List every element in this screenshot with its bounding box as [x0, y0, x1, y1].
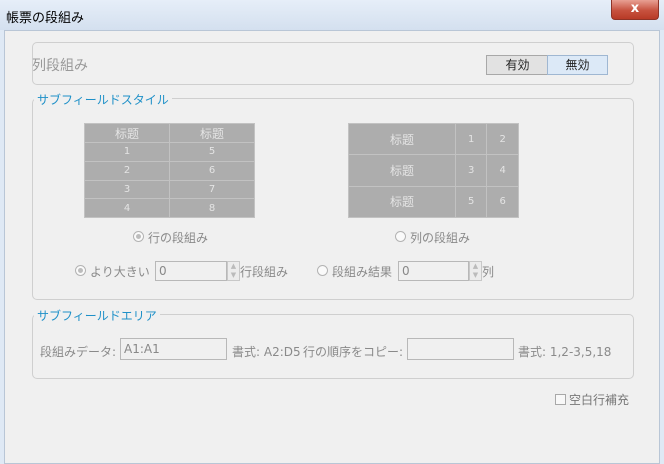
table-cell: 标题	[348, 154, 456, 187]
subfield-area-legend: サブフィールドエリア	[34, 307, 160, 324]
table-cell: 1	[84, 142, 170, 162]
copy-order-input[interactable]	[407, 338, 514, 360]
subfield-style-panel: サブフィールドスタイル 标题 标题 15 26 37 48 标题 1 2 标题 3 4 …	[32, 91, 634, 300]
close-button[interactable]: x	[611, 0, 659, 20]
table-cell: 4	[486, 154, 519, 187]
column-layout-label: 列段組み	[32, 58, 88, 74]
table-cell: 3	[454, 154, 488, 187]
subfield-style-legend: サブフィールドスタイル	[34, 91, 172, 108]
table-cell: 8	[169, 198, 255, 218]
result-stepper[interactable]: ▲ ▼	[469, 261, 482, 281]
table-header-cell: 标题	[169, 123, 255, 143]
result-radio[interactable]	[317, 265, 328, 276]
table-cell: 5	[454, 185, 488, 219]
column-layout-panel: 列段組み 有効 無効	[32, 42, 634, 85]
greater-than-radio[interactable]	[75, 265, 86, 276]
row-layout-label: 行の段組み	[148, 231, 209, 245]
table-cell: 6	[169, 160, 255, 181]
row-unit-label: 行段組み	[240, 265, 289, 279]
fill-blank-rows-label: 空白行補充	[569, 393, 630, 407]
table-cell: 6	[486, 185, 519, 219]
disable-button[interactable]: 無効	[547, 55, 608, 75]
table-cell: 标题	[348, 185, 456, 219]
greater-than-stepper[interactable]: ▲ ▼	[227, 261, 240, 281]
table-cell: 2	[486, 122, 519, 156]
spin-up-icon[interactable]: ▲	[228, 262, 239, 271]
spin-up-icon[interactable]: ▲	[470, 262, 481, 271]
data-label: 段組みデータ:	[40, 345, 117, 359]
greater-than-label: より大きい	[90, 265, 150, 279]
row-layout-radio[interactable]	[133, 231, 144, 242]
data-format-hint: 書式: A2:D5	[232, 345, 301, 359]
copy-order-label: 行の順序をコピー:	[303, 345, 404, 359]
fill-blank-rows-checkbox[interactable]	[555, 394, 566, 405]
table-cell: 4	[84, 198, 170, 218]
greater-than-input[interactable]: 0	[155, 261, 227, 281]
copy-format-hint: 書式: 1,2-3,5,18	[518, 345, 612, 359]
col-layout-preview-table: 标题 1 2 标题 3 4 标题 5 6	[348, 122, 519, 219]
row-layout-preview-table: 标题 标题 15 26 37 48	[84, 123, 255, 218]
enable-button[interactable]: 有効	[486, 55, 549, 75]
table-cell: 3	[84, 179, 170, 200]
table-cell: 1	[454, 122, 488, 156]
table-cell: 标题	[348, 122, 456, 156]
spin-down-icon[interactable]: ▼	[228, 271, 239, 280]
subfield-area-panel: サブフィールドエリア 段組みデータ: A1:A1 書式: A2:D5 行の順序を…	[32, 307, 634, 379]
spin-down-icon[interactable]: ▼	[470, 271, 481, 280]
dialog-body: 列段組み 有効 無効 サブフィールドスタイル 标题 标题 15 26 37 48…	[4, 30, 660, 464]
table-cell: 2	[84, 160, 170, 181]
data-input[interactable]: A1:A1	[120, 338, 227, 360]
col-unit-label: 列	[482, 265, 495, 279]
window-title: 帳票の段組み	[6, 11, 85, 26]
col-layout-radio[interactable]	[395, 231, 406, 242]
result-input[interactable]: 0	[398, 261, 469, 281]
result-label: 段組み結果	[332, 265, 393, 279]
col-layout-label: 列の段組み	[410, 231, 471, 245]
table-cell: 7	[169, 179, 255, 200]
table-cell: 5	[169, 142, 255, 162]
title-bar: 帳票の段組み x	[0, 0, 664, 30]
table-header-cell: 标题	[84, 123, 170, 143]
